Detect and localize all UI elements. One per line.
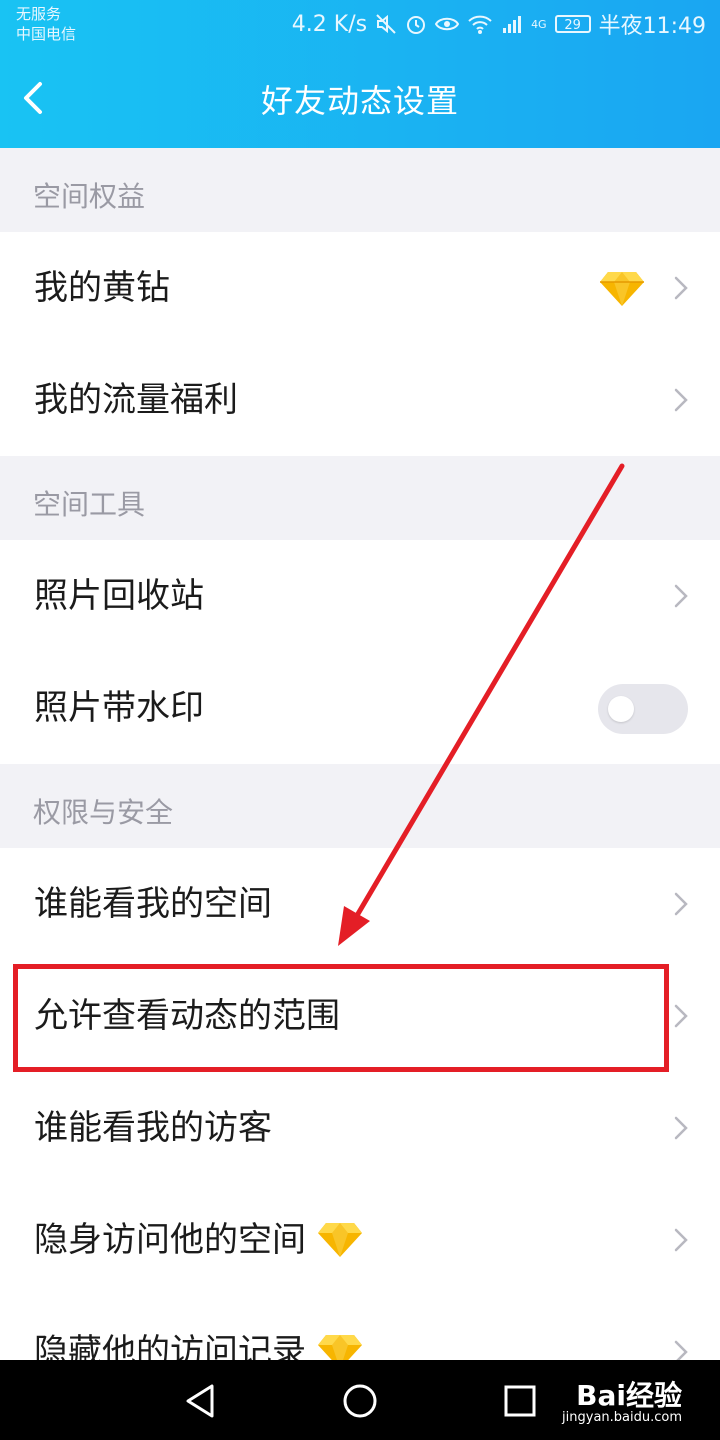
eye-icon <box>435 17 460 31</box>
yellow-diamond-icon <box>600 272 644 306</box>
row-label-wrap: 隐身访问他的空间 <box>34 1184 364 1296</box>
chevron-right-icon <box>674 1004 688 1028</box>
chevron-right-icon <box>674 584 688 608</box>
row-label: 隐身访问他的空间 <box>34 1220 306 1260</box>
chevron-right-icon <box>674 1340 688 1360</box>
alarm-icon <box>407 16 426 34</box>
row-label: 我的黄钻 <box>34 268 170 308</box>
row-my-yellow-diamond[interactable]: 我的黄钻 <box>0 232 720 344</box>
row-label: 我的流量福利 <box>34 380 238 420</box>
row-label: 隐藏他的访问记录 <box>34 1332 306 1360</box>
row-photo-recycle-bin[interactable]: 照片回收站 <box>0 540 720 652</box>
yellow-diamond-icon <box>318 1222 362 1257</box>
row-label-wrap: 隐藏他的访问记录 <box>34 1296 364 1360</box>
mute-icon <box>376 14 396 34</box>
wifi-icon <box>468 15 492 34</box>
baidu-watermark-logo: Bai经验 <box>576 1379 682 1412</box>
row-label: 照片回收站 <box>34 576 204 616</box>
triangle-back-icon[interactable] <box>178 1378 224 1424</box>
carrier-line1: 无服务 <box>16 5 62 23</box>
system-nav-bar: Bai经验 jingyan.baidu.com <box>0 1360 720 1440</box>
annotation-highlight-box <box>13 964 669 1072</box>
row-invisible-visit[interactable]: 隐身访问他的空间 <box>0 1184 720 1296</box>
section-header-security: 权限与安全 <box>0 764 720 848</box>
clock: 半夜11:49 <box>598 14 706 39</box>
status-icons: 4.2 K/s 4G 29 半夜11:49 <box>292 8 706 40</box>
circle-home-icon[interactable] <box>337 1378 383 1424</box>
row-who-can-see-space[interactable]: 谁能看我的空间 <box>0 848 720 960</box>
baidu-watermark-url: jingyan.baidu.com <box>562 1410 682 1425</box>
carrier-info: 无服务 中国电信 <box>16 4 76 44</box>
battery-icon: 29 <box>554 15 591 33</box>
row-who-can-see-visitors[interactable]: 谁能看我的访客 <box>0 1072 720 1184</box>
toggle-knob <box>608 696 634 722</box>
title-bar: 好友动态设置 <box>0 48 720 148</box>
row-label: 照片带水印 <box>34 688 204 728</box>
watermark-toggle[interactable] <box>598 684 688 734</box>
chevron-right-icon <box>674 388 688 412</box>
network-type: 4G <box>531 17 547 31</box>
row-label: 谁能看我的访客 <box>34 1108 272 1148</box>
status-bar: 无服务 中国电信 4.2 K/s 4G 29 半夜11:49 <box>0 0 720 48</box>
network-speed: 4.2 K/s <box>291 11 368 37</box>
chevron-right-icon <box>674 1228 688 1252</box>
chevron-right-icon <box>674 1116 688 1140</box>
chevron-right-icon <box>674 276 688 300</box>
chevron-right-icon <box>674 892 688 916</box>
row-hide-visit-record[interactable]: 隐藏他的访问记录 <box>0 1296 720 1360</box>
signal-icon <box>503 16 522 33</box>
carrier-line2: 中国电信 <box>16 25 77 43</box>
square-recent-icon[interactable] <box>497 1378 543 1424</box>
row-my-traffic-benefits[interactable]: 我的流量福利 <box>0 344 720 456</box>
app-header: 无服务 中国电信 4.2 K/s 4G 29 半夜11:49 好友动态设置 <box>0 0 720 148</box>
page-title: 好友动态设置 <box>260 82 459 120</box>
section-header-tools: 空间工具 <box>0 456 720 540</box>
row-photo-watermark: 照片带水印 <box>0 652 720 764</box>
settings-list: 空间权益 我的黄钻 我的流量福利 空间工具 照片回收站 照片带水印 权限与安全 … <box>0 148 720 1360</box>
yellow-diamond-icon <box>318 1334 362 1360</box>
section-header-rights: 空间权益 <box>0 148 720 232</box>
row-label: 谁能看我的空间 <box>34 884 272 924</box>
